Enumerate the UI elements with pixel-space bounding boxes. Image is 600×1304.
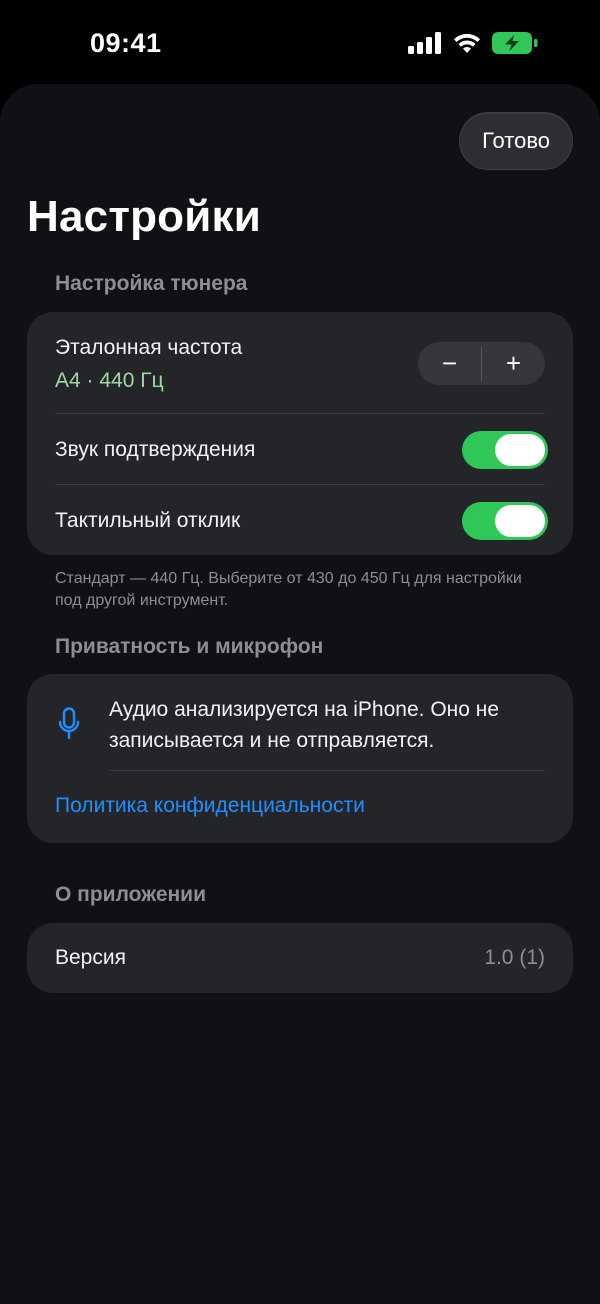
privacy-card: Аудио анализируется на iPhone. Оно не за…: [27, 674, 573, 843]
reference-frequency-label: Эталонная частота: [55, 336, 243, 359]
tuner-footnote: Стандарт — 440 Гц. Выберите от 430 до 45…: [55, 570, 522, 609]
row-divider: [55, 413, 545, 414]
version-value: 1.0 (1): [484, 946, 545, 969]
status-bar: 09:41: [0, 0, 600, 88]
frequency-stepper: − +: [418, 342, 545, 385]
section-header-about: О приложении: [55, 883, 206, 906]
increment-button[interactable]: +: [482, 342, 545, 385]
confirmation-sound-label: Звук подтверждения: [55, 438, 256, 461]
row-divider: [55, 484, 545, 485]
cellular-signal-icon: [408, 32, 442, 54]
confirmation-sound-toggle[interactable]: [462, 431, 548, 469]
screen: 09:41 Готово Настройки Настройка тюнера …: [0, 0, 600, 1304]
status-icons: [408, 32, 538, 54]
privacy-description: Аудио анализируется на iPhone. Оно не за…: [109, 698, 500, 752]
settings-sheet: Готово Настройки Настройка тюнера Эталон…: [0, 84, 600, 1304]
privacy-policy-link[interactable]: Политика конфиденциальности: [55, 794, 365, 818]
section-header-privacy: Приватность и микрофон: [55, 635, 324, 658]
about-card: Версия 1.0 (1): [27, 923, 573, 993]
battery-charging-icon: [492, 32, 538, 54]
toggle-knob: [495, 505, 545, 537]
wifi-icon: [452, 32, 482, 54]
reference-frequency-value: A4 · 440 Гц: [55, 369, 164, 392]
haptic-feedback-label: Тактильный отклик: [55, 509, 241, 532]
row-divider: [109, 770, 545, 771]
section-header-tuner: Настройка тюнера: [55, 272, 248, 295]
page-title: Настройки: [27, 192, 261, 241]
toggle-knob: [495, 434, 545, 466]
microphone-icon: [58, 707, 80, 746]
tuner-settings-card: Эталонная частота A4 · 440 Гц − + Звук п…: [27, 312, 573, 555]
haptic-feedback-toggle[interactable]: [462, 502, 548, 540]
status-time: 09:41: [90, 28, 162, 58]
done-button[interactable]: Готово: [459, 112, 573, 170]
version-label: Версия: [55, 946, 126, 969]
decrement-button[interactable]: −: [418, 342, 481, 385]
